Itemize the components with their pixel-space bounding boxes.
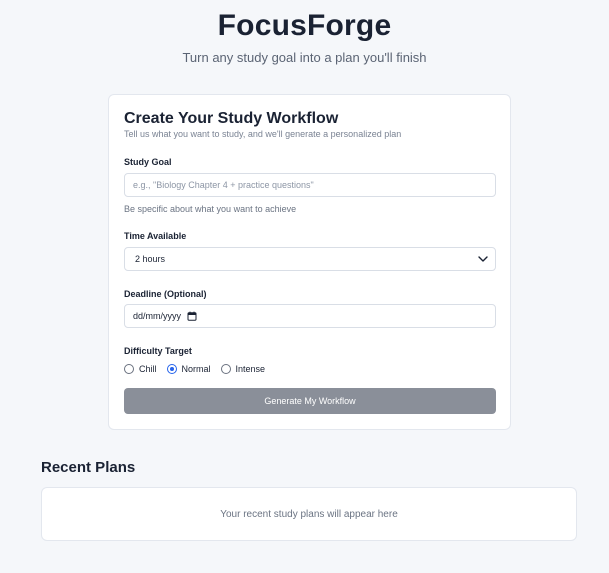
difficulty-radio-group: Chill Normal Intense bbox=[124, 362, 275, 376]
deadline-date-input[interactable]: dd/mm/yyyy bbox=[124, 304, 496, 328]
recent-plans-title: Recent Plans bbox=[41, 459, 136, 476]
radio-label-intense: Intense bbox=[235, 364, 266, 374]
chevron-down-icon bbox=[478, 256, 488, 262]
deadline-label: Deadline (Optional) bbox=[124, 289, 207, 299]
app-title: FocusForge bbox=[217, 9, 392, 42]
time-available-select[interactable]: 2 hours bbox=[124, 247, 496, 271]
radio-intense[interactable] bbox=[220, 364, 231, 374]
recent-plans-panel: Your recent study plans will appear here bbox=[41, 487, 577, 541]
form-subtitle: Tell us what you want to study, and we'l… bbox=[124, 129, 402, 139]
difficulty-label: Difficulty Target bbox=[124, 346, 192, 356]
page: FocusForge Turn any study goal into a pl… bbox=[0, 0, 609, 573]
study-goal-input[interactable] bbox=[124, 173, 496, 197]
radio-chill[interactable] bbox=[124, 364, 134, 374]
radio-normal[interactable] bbox=[166, 364, 177, 374]
time-available-label: Time Available bbox=[124, 231, 187, 241]
time-available-value: 2 hours bbox=[135, 254, 166, 264]
difficulty-option-normal[interactable]: Normal bbox=[166, 364, 211, 374]
form-title: Create Your Study Workflow bbox=[124, 110, 339, 127]
radio-label-normal: Normal bbox=[181, 364, 211, 374]
radio-label-chill: Chill bbox=[139, 364, 157, 374]
generate-workflow-button[interactable]: Generate My Workflow bbox=[124, 388, 496, 414]
workflow-form-card: Create Your Study Workflow Tell us what … bbox=[108, 94, 511, 430]
study-goal-label: Study Goal bbox=[124, 157, 172, 167]
calendar-icon[interactable] bbox=[187, 311, 197, 321]
deadline-value: dd/mm/yyyy bbox=[133, 311, 182, 321]
study-goal-helper: Be specific about what you want to achie… bbox=[124, 204, 297, 214]
difficulty-option-intense[interactable]: Intense bbox=[220, 364, 266, 374]
app-tagline: Turn any study goal into a plan you'll f… bbox=[182, 50, 427, 65]
difficulty-option-chill[interactable]: Chill bbox=[124, 364, 157, 374]
recent-plans-empty-text: Your recent study plans will appear here bbox=[220, 508, 398, 520]
